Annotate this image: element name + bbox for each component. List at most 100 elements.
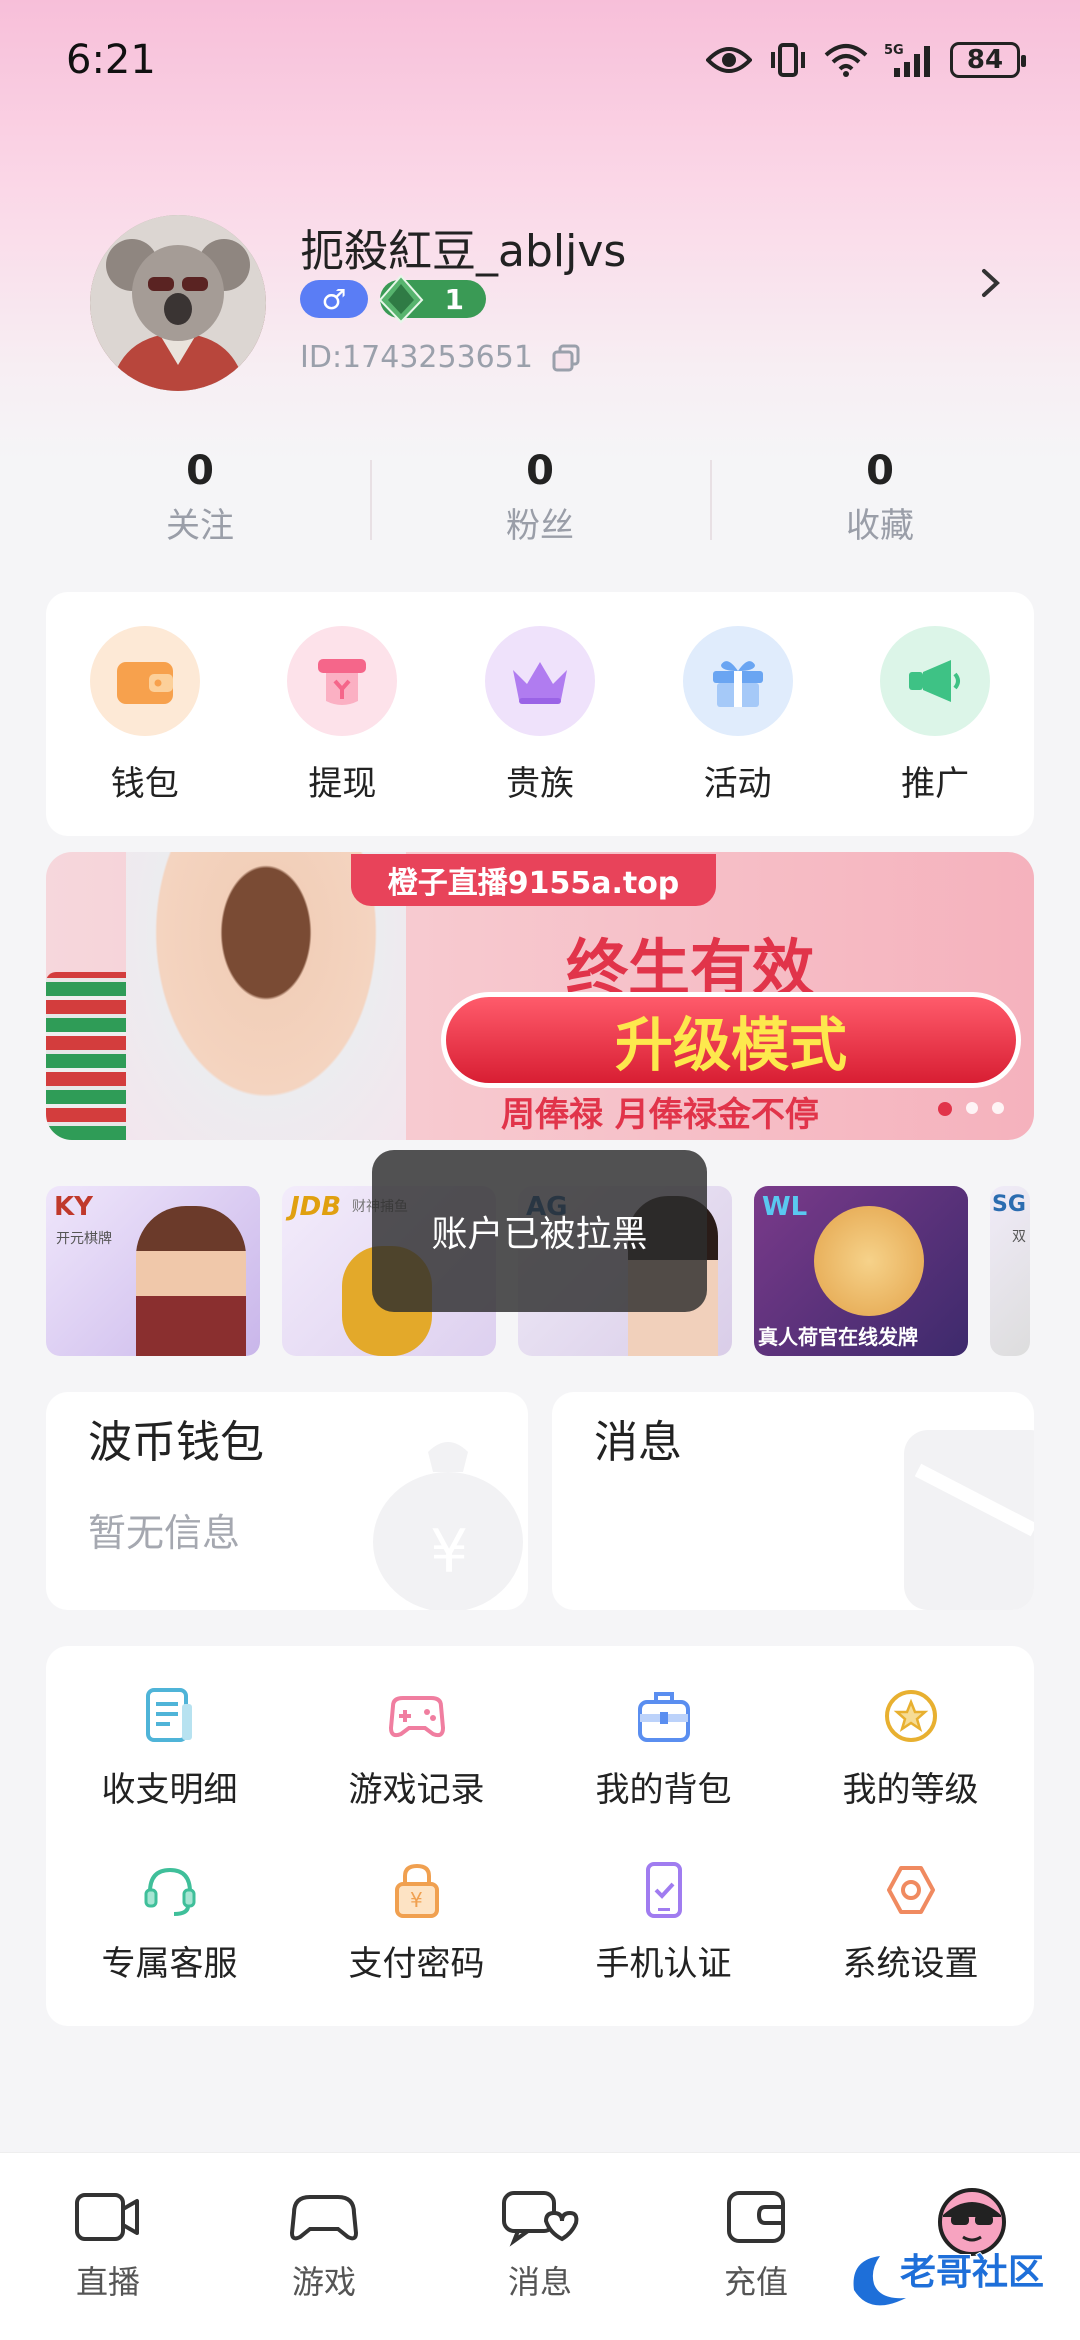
message-icon xyxy=(502,2191,579,2247)
game-sub: 真人荷官在线发牌 xyxy=(758,1325,918,1349)
svg-text:¥: ¥ xyxy=(430,1517,468,1587)
koala-avatar-icon xyxy=(90,215,266,391)
tool-label: 我的等级 xyxy=(842,1770,979,1810)
pagination-dot xyxy=(992,1102,1004,1114)
tool-label: 支付密码 xyxy=(348,1944,485,1984)
wallet-card[interactable]: 波币钱包 暂无信息 ¥ xyxy=(46,1392,528,1610)
gender-badge: ♂ xyxy=(300,280,368,318)
level-number: 1 xyxy=(444,282,464,316)
quick-label: 提现 xyxy=(308,764,377,804)
eye-icon xyxy=(706,47,752,73)
quick-withdraw-button[interactable]: 提现 xyxy=(244,626,442,836)
quick-noble-button[interactable]: 贵族 xyxy=(441,626,639,836)
svg-text:¥: ¥ xyxy=(410,1888,423,1912)
stat-label: 收藏 xyxy=(846,506,914,546)
copy-icon[interactable] xyxy=(551,343,581,373)
battery-indicator: 84 xyxy=(950,42,1026,78)
tab-label: 游戏 xyxy=(291,2263,356,2301)
tool-game-records[interactable]: 游戏记录 xyxy=(293,1684,540,1811)
game-sub: 双 xyxy=(1012,1229,1026,1245)
tab-message[interactable]: 消息 xyxy=(432,2153,648,2340)
stat-following[interactable]: 0 关注 xyxy=(30,440,370,560)
tab-game[interactable]: 游戏 xyxy=(216,2153,432,2340)
quick-wallet-button[interactable]: 钱包 xyxy=(46,626,244,836)
banner-subtitle: 周俸禄 月俸禄金不停 xyxy=(501,1095,819,1135)
tab-recharge[interactable]: 充值 xyxy=(648,2153,864,2340)
profile-header[interactable]: 扼殺紅豆_abljvs ♂ 1 ID:1743253651 xyxy=(90,215,1010,395)
wifi-icon xyxy=(824,44,868,77)
blocked-toast: 账户已被拉黑 xyxy=(372,1150,707,1312)
chevron-right-icon[interactable] xyxy=(970,263,1010,303)
tool-backpack[interactable]: 我的背包 xyxy=(540,1684,787,1811)
quick-promote-button[interactable]: 推广 xyxy=(836,626,1034,836)
quick-label: 钱包 xyxy=(110,764,179,804)
game-tile[interactable]: WL 真人荷官在线发牌 xyxy=(754,1186,968,1356)
stats-row: 0 关注 0 粉丝 0 收藏 xyxy=(30,440,1050,560)
backpack-icon xyxy=(637,1692,690,1742)
quick-label: 贵族 xyxy=(505,764,574,804)
quick-label: 活动 xyxy=(703,764,772,804)
tool-label: 专属客服 xyxy=(101,1944,238,1984)
headset-icon xyxy=(144,1867,195,1916)
promo-banner[interactable]: 橙子直播9155a.top 终生有效 升级模式 周俸禄 月俸禄金不停 xyxy=(46,852,1034,1140)
lock-icon: ¥ xyxy=(394,1863,439,1918)
phone-check-icon xyxy=(645,1862,682,1918)
tab-live[interactable]: 直播 xyxy=(0,2153,216,2340)
wallet-status: 暂无信息 xyxy=(88,1511,241,1555)
user-id-row: ID:1743253651 xyxy=(300,340,581,375)
quick-label: 推广 xyxy=(901,764,970,804)
message-envelope-icon xyxy=(904,1430,1034,1610)
watermark-logo: 老哥社区 xyxy=(853,2251,1045,2306)
stat-label: 粉丝 xyxy=(506,506,574,546)
tool-system-settings[interactable]: 系统设置 xyxy=(787,1858,1034,1985)
gamepad-icon xyxy=(388,1696,445,1738)
wallet-icon xyxy=(89,626,200,736)
stat-fans[interactable]: 0 粉丝 xyxy=(370,440,710,560)
stat-favorites[interactable]: 0 收藏 xyxy=(710,440,1050,560)
stat-value: 0 xyxy=(526,448,554,494)
tool-income-expense[interactable]: 收支明细 xyxy=(46,1684,293,1811)
gift-icon xyxy=(682,626,793,736)
crown-icon xyxy=(484,626,595,736)
game-logo: WL xyxy=(762,1192,808,1222)
message-title: 消息 xyxy=(594,1417,682,1468)
tool-my-level[interactable]: 我的等级 xyxy=(787,1684,1034,1811)
status-icons: 5G 84 xyxy=(706,42,1026,78)
pagination-dot-active xyxy=(938,1102,952,1116)
tool-label: 游戏记录 xyxy=(348,1770,485,1810)
tool-label: 我的背包 xyxy=(595,1770,732,1810)
svg-text:老哥社区: 老哥社区 xyxy=(900,2252,1044,2293)
live-icon xyxy=(75,2193,139,2241)
vibrate-icon xyxy=(771,43,805,77)
game-icon xyxy=(289,2195,359,2241)
game-tile[interactable]: SG 双 xyxy=(990,1186,1030,1356)
game-sub: 开元棋牌 xyxy=(56,1231,112,1247)
quick-activity-button[interactable]: 活动 xyxy=(639,626,837,836)
tool-customer-service[interactable]: 专属客服 xyxy=(46,1858,293,1985)
recharge-icon xyxy=(727,2191,785,2243)
quick-actions-card: 钱包 提现 贵族 活动 推广 xyxy=(46,592,1034,836)
pagination-dot xyxy=(966,1102,978,1114)
wallet-title: 波币钱包 xyxy=(88,1417,264,1468)
message-card[interactable]: 消息 xyxy=(552,1392,1034,1610)
tools-card: 收支明细 游戏记录 我的背包 我的等级 专属客服 ¥ 支付密码 手机认证 系统设… xyxy=(46,1646,1034,2026)
tool-label: 手机认证 xyxy=(595,1944,732,1984)
user-badges: ♂ 1 xyxy=(300,274,486,324)
tool-phone-verification[interactable]: 手机认证 xyxy=(540,1858,787,1985)
username: 扼殺紅豆_abljvs xyxy=(300,226,627,277)
settings-icon xyxy=(886,1866,935,1914)
megaphone-icon xyxy=(880,626,991,736)
user-id: ID:1743253651 xyxy=(300,340,533,375)
banner-upgrade-button: 升级模式 xyxy=(441,992,1021,1088)
svg-text:5G: 5G xyxy=(884,43,904,58)
game-tile[interactable]: KY 开元棋牌 xyxy=(46,1186,260,1356)
game-logo: SG xyxy=(992,1192,1026,1217)
status-time: 6:21 xyxy=(66,37,156,83)
tab-label: 充值 xyxy=(723,2263,788,2301)
signal-5g-icon: 5G xyxy=(884,43,930,77)
tab-label: 消息 xyxy=(507,2263,572,2301)
banner-tag: 橙子直播9155a.top xyxy=(351,854,716,906)
banner-pagination xyxy=(938,1102,1004,1116)
tool-payment-password[interactable]: ¥ 支付密码 xyxy=(293,1858,540,1985)
avatar[interactable] xyxy=(90,215,266,391)
